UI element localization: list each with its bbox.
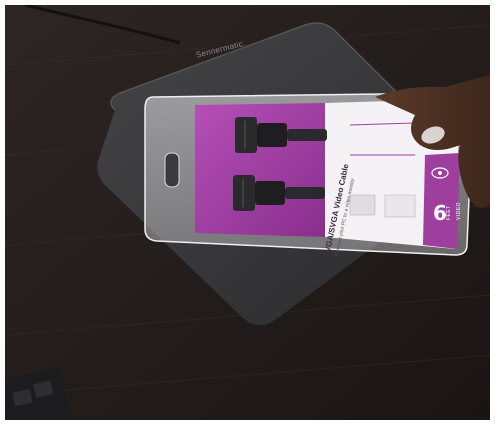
- photo-scene: [5, 5, 490, 420]
- product-photo: Sennermatic VGA/SVGA Video Cable Connect…: [5, 5, 490, 420]
- cable-length-unit: FEET: [446, 205, 452, 220]
- video-label: VIDEO: [456, 201, 462, 220]
